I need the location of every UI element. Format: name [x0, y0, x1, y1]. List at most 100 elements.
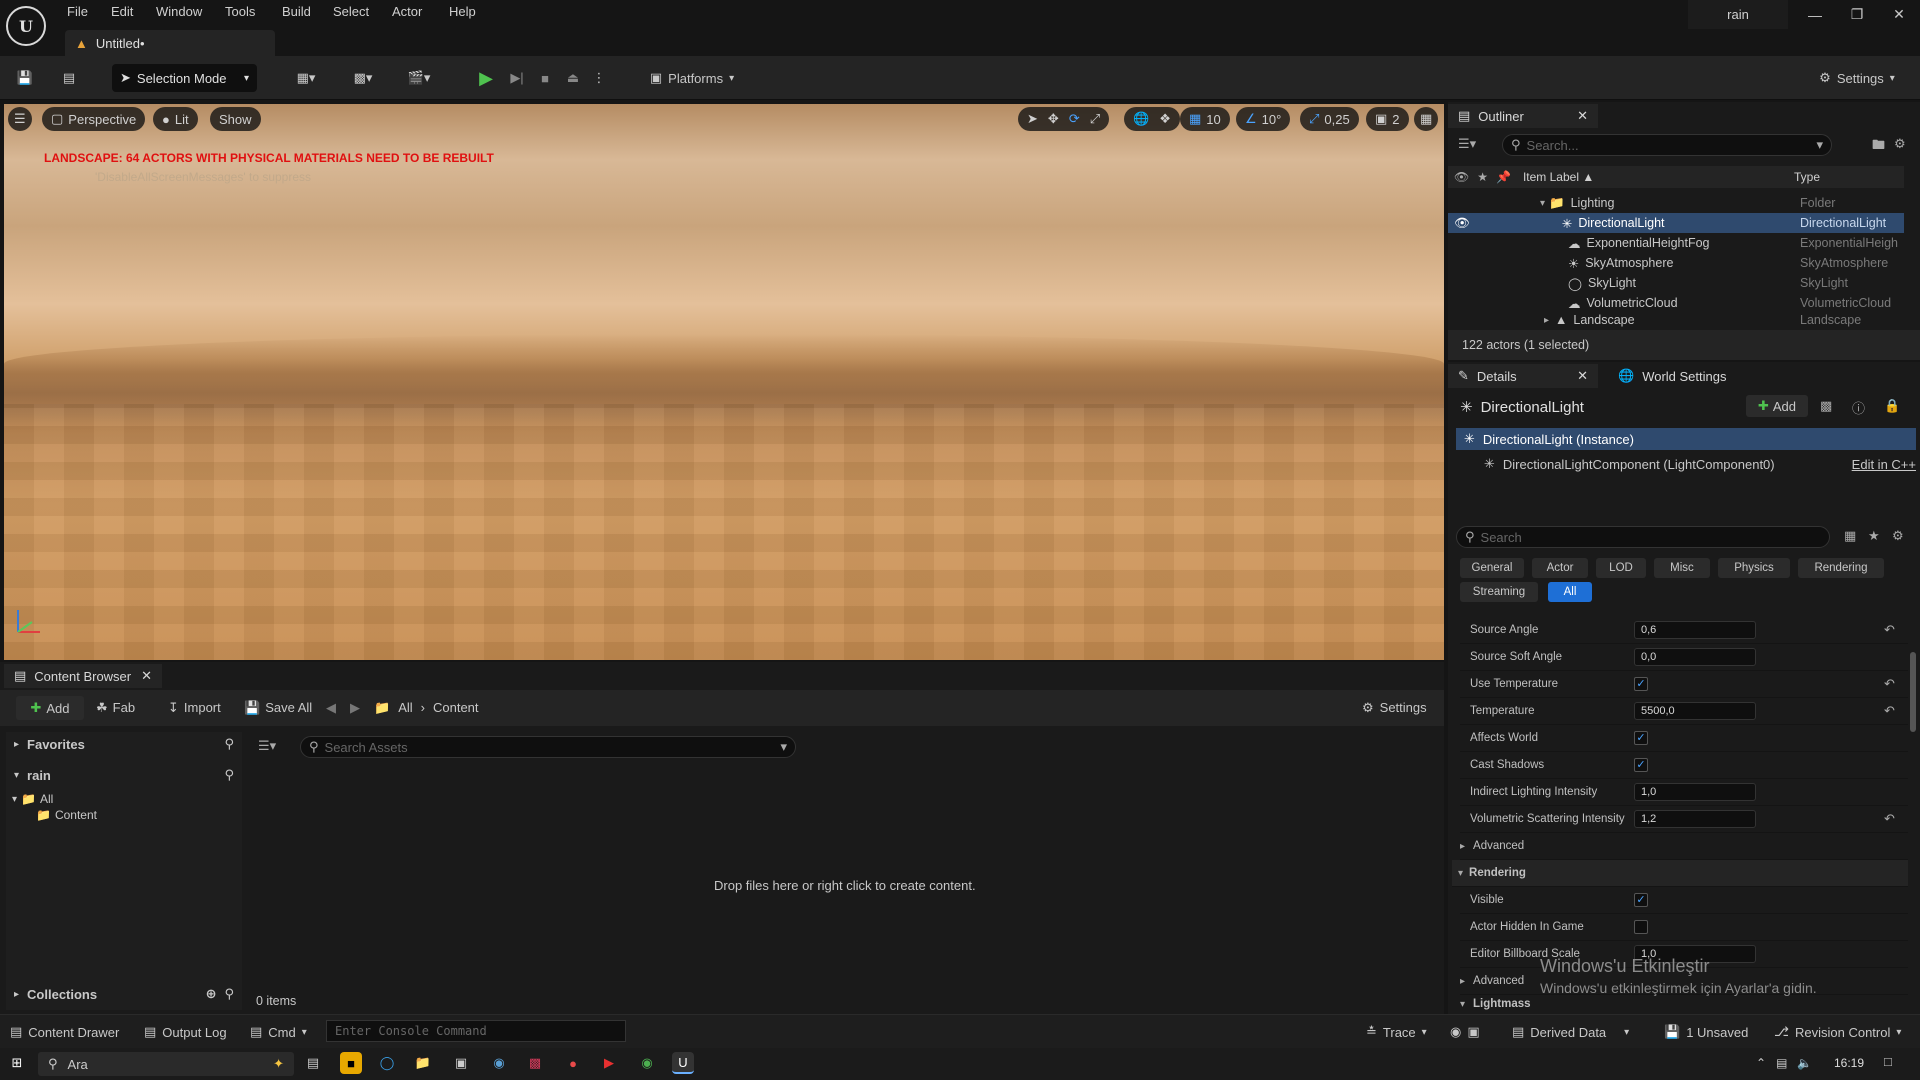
record-icon[interactable]: ◉ [1450, 1024, 1461, 1040]
import-button[interactable]: ↧ Import [168, 700, 221, 716]
menu-build[interactable]: Build [282, 4, 311, 19]
content-drawer-button[interactable]: ▤ Content Drawer [10, 1024, 119, 1040]
close-icon[interactable]: ✕ [1878, 0, 1920, 29]
camera-speed-button[interactable]: ▣ 2 [1366, 107, 1409, 131]
rotate-icon[interactable]: ⟳ [1069, 111, 1080, 127]
prop-value-input[interactable]: 0,0 [1634, 648, 1756, 666]
rendering-section[interactable]: ▾ Rendering [1452, 860, 1908, 887]
steam-icon[interactable]: ◉ [488, 1052, 510, 1074]
search-icon[interactable]: ⚲ [224, 736, 234, 752]
reset-icon[interactable]: ↶ [1884, 703, 1895, 719]
blueprint-icon[interactable]: ▩ [1820, 398, 1832, 414]
step-icon[interactable]: ▶| [506, 64, 528, 92]
chrome-icon[interactable]: ◉ [636, 1052, 658, 1074]
derived-data-dropdown[interactable]: ▤ Derived Data ▾ [1512, 1024, 1629, 1040]
menu-file[interactable]: File [67, 4, 88, 19]
advanced-section[interactable]: ▸ Advanced [1460, 833, 1908, 860]
prop-checkbox[interactable]: ✓ [1634, 677, 1648, 691]
restore-icon[interactable]: ❐ [1836, 0, 1878, 29]
scale-snap-button[interactable]: ⤢ 0,25 [1300, 107, 1359, 131]
more-options-icon[interactable]: ⋮ [592, 64, 606, 92]
column-type[interactable]: Type [1794, 170, 1820, 184]
filter-all[interactable]: All [1548, 582, 1592, 602]
settings-button[interactable]: ⚙ Settings ▾ [1812, 64, 1902, 92]
output-log-button[interactable]: ▤ Output Log [144, 1024, 227, 1040]
prop-value-input[interactable]: 1,0 [1634, 783, 1756, 801]
blueprint-button[interactable]: ▩▾ [342, 64, 384, 92]
trace-dropdown[interactable]: ≛ Trace ▾ [1366, 1024, 1427, 1040]
browse-icon[interactable]: ▤ [58, 64, 80, 92]
add-collection-icon[interactable]: ⊕ [206, 986, 217, 1002]
outliner-row[interactable]: ▾ 📁 Lighting Folder [1448, 193, 1904, 213]
filter-actor[interactable]: Actor [1532, 558, 1588, 578]
network-icon[interactable]: ▤ [1776, 1056, 1787, 1070]
edge-icon[interactable]: ◯ [376, 1052, 398, 1074]
outliner-row-selected[interactable]: 👁 ✳ DirectionalLight DirectionalLight [1448, 213, 1904, 233]
gear-icon[interactable]: ⚙ [1892, 528, 1904, 544]
windows-start-icon[interactable]: ⊞ [6, 1052, 28, 1074]
prop-checkbox[interactable]: ✓ [1634, 731, 1648, 745]
scale-icon[interactable]: ⤢ [1090, 111, 1100, 127]
tree-item-content[interactable]: 📁 Content [36, 808, 97, 822]
filter-physics[interactable]: Physics [1718, 558, 1790, 578]
grid-snap-button[interactable]: ▦ 10 [1180, 107, 1230, 131]
show-button[interactable]: Show [210, 107, 261, 131]
collections-section[interactable]: ▸ Collections ⊕ ⚲ [14, 986, 234, 1002]
menu-select[interactable]: Select [333, 4, 369, 19]
world-settings-tab[interactable]: 🌐 World Settings [1608, 364, 1758, 388]
console-input[interactable]: Enter Console Command [326, 1020, 626, 1042]
taskbar-search[interactable]: ⚲ Ara ✦ [38, 1052, 294, 1076]
component-row[interactable]: ✳ DirectionalLightComponent (LightCompon… [1484, 454, 1916, 474]
prop-checkbox[interactable] [1634, 920, 1648, 934]
add-component-button[interactable]: ✚ Add [1746, 395, 1808, 417]
filter-misc[interactable]: Misc [1654, 558, 1710, 578]
save-all-button[interactable]: 💾 Save All [244, 700, 312, 716]
reset-icon[interactable]: ↶ [1884, 622, 1895, 638]
move-icon[interactable]: ✥ [1048, 111, 1059, 127]
filter-icon[interactable]: ☰▾ [1458, 136, 1476, 152]
column-item-label[interactable]: Item Label ▲ [1523, 170, 1594, 184]
filter-icon[interactable]: ☰▾ [258, 738, 276, 754]
menu-edit[interactable]: Edit [111, 4, 133, 19]
platforms-button[interactable]: ▣ Platforms ▾ [642, 64, 742, 92]
outliner-row[interactable]: ☁ ExponentialHeightFog ExponentialHeigh [1448, 233, 1904, 253]
reset-icon[interactable]: ↶ [1884, 811, 1895, 827]
prop-value-input[interactable]: 0,6 [1634, 621, 1756, 639]
file-explorer-icon[interactable]: 📁 [412, 1052, 434, 1074]
search-icon[interactable]: ⚲ [224, 767, 234, 783]
details-search-input[interactable]: ⚲ Search [1456, 526, 1830, 548]
filter-lod[interactable]: LOD [1596, 558, 1646, 578]
screenshot-icon[interactable]: ▣ [1467, 1024, 1479, 1040]
app-icon-3[interactable]: ● [562, 1052, 584, 1074]
visibility-icon[interactable]: 👁 [1454, 216, 1470, 231]
outliner-row[interactable]: ▸ ▲ Landscape Landscape [1448, 313, 1904, 327]
outliner-search-input[interactable]: ⚲ Search... ▾ [1502, 134, 1832, 156]
gear-icon[interactable]: ⚙ [1894, 136, 1906, 152]
component-instance-row[interactable]: ✳ DirectionalLight (Instance) [1456, 428, 1916, 450]
prop-value-input[interactable]: 1,2 [1634, 810, 1756, 828]
favorites-section[interactable]: ▸ Favorites ⚲ [14, 736, 234, 752]
lit-button[interactable]: ● Lit [153, 107, 198, 131]
filter-streaming[interactable]: Streaming [1460, 582, 1538, 602]
cmd-dropdown[interactable]: ▤ Cmd ▾ [250, 1024, 307, 1040]
forward-icon[interactable]: ▶ [350, 700, 360, 716]
surface-snap-icon[interactable]: ❖ [1159, 111, 1171, 127]
eject-icon[interactable]: ⏏ [562, 64, 584, 92]
minimize-icon[interactable]: — [1794, 0, 1836, 29]
menu-window[interactable]: Window [156, 4, 202, 19]
edit-in-cpp-link[interactable]: Edit in C++ [1852, 457, 1916, 472]
search-icon[interactable]: ⚲ [224, 986, 234, 1002]
prop-value-input[interactable]: 5500,0 [1634, 702, 1756, 720]
revision-control-dropdown[interactable]: ⎇ Revision Control ▾ [1774, 1024, 1901, 1040]
unreal-taskbar-icon[interactable]: U [672, 1052, 694, 1074]
outliner-row[interactable]: ☀ SkyAtmosphere SkyAtmosphere [1448, 253, 1904, 273]
menu-actor[interactable]: Actor [392, 4, 422, 19]
filter-general[interactable]: General [1460, 558, 1524, 578]
reset-icon[interactable]: ↶ [1884, 676, 1895, 692]
level-viewport[interactable] [4, 104, 1444, 660]
fab-button[interactable]: ☘ Fab [96, 700, 135, 716]
world-icon[interactable]: 🌐 [1133, 111, 1149, 127]
breadcrumb-all[interactable]: All [398, 700, 412, 716]
back-icon[interactable]: ◀ [326, 700, 336, 716]
star-icon[interactable]: ★ [1868, 528, 1880, 544]
